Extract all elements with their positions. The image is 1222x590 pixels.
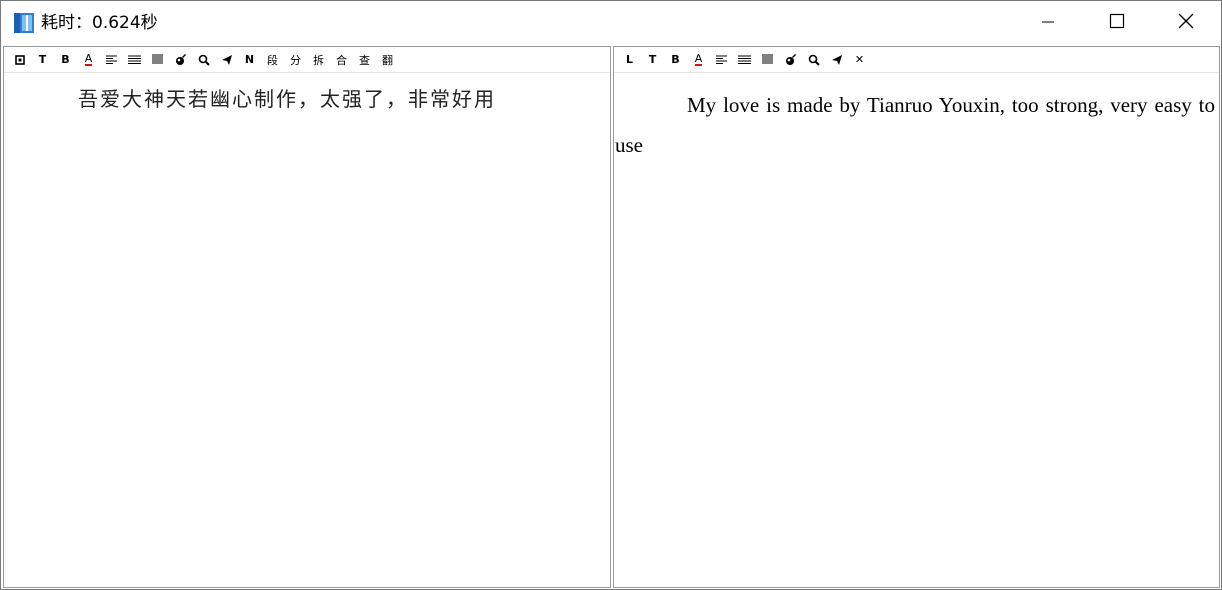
search-icon <box>808 54 820 66</box>
paragraph-button[interactable]: 段 <box>261 49 284 71</box>
text-mode-label: T <box>38 53 47 66</box>
align-left-icon <box>716 55 727 65</box>
align-justify-button[interactable] <box>123 49 146 71</box>
align-justify-button[interactable] <box>733 49 756 71</box>
text-mode-button[interactable]: T <box>31 49 54 71</box>
merge-button[interactable]: 合 <box>330 49 353 71</box>
close-pane-label: ✕ <box>854 53 865 66</box>
close-icon <box>1177 12 1195 34</box>
lookup-button[interactable]: 查 <box>353 49 376 71</box>
square-dot-icon <box>14 54 25 65</box>
close-button[interactable] <box>1163 1 1209 45</box>
align-full-icon <box>762 54 773 65</box>
layout-toggle-button[interactable] <box>8 49 31 71</box>
source-text: 吾爱大神天若幽心制作，太强了，非常好用 <box>78 87 496 111</box>
align-full-button[interactable] <box>756 49 779 71</box>
align-full-icon <box>152 54 163 65</box>
send-button[interactable] <box>215 49 238 71</box>
maximize-icon <box>1109 13 1125 33</box>
layout-l-label: L <box>625 53 633 66</box>
minimize-button[interactable] <box>1025 1 1071 45</box>
layout-l-button[interactable]: L <box>618 49 641 71</box>
title-bar[interactable]: 耗时：0.624秒 <box>1 1 1221 45</box>
app-window: 耗时：0.624秒 T B A N 段 分 拆 合 查 翻 吾爱大神天若幽心制作… <box>0 0 1222 590</box>
text-mode-button[interactable]: T <box>641 49 664 71</box>
align-full-button[interactable] <box>146 49 169 71</box>
align-left-button[interactable] <box>100 49 123 71</box>
split-button[interactable]: 分 <box>284 49 307 71</box>
align-justify-icon <box>128 55 141 65</box>
send-button[interactable] <box>825 49 848 71</box>
clear-button[interactable] <box>169 49 192 71</box>
clear-button[interactable] <box>779 49 802 71</box>
bold-label: B <box>61 53 70 66</box>
n-mode-label: N <box>244 53 255 66</box>
result-pane: L T B A ✕ My love is made by Tianruo You… <box>613 46 1220 588</box>
lookup-label: 查 <box>359 53 370 67</box>
split-label: 分 <box>290 53 301 67</box>
break-button[interactable]: 拆 <box>307 49 330 71</box>
paragraph-label: 段 <box>267 53 278 67</box>
merge-label: 合 <box>336 53 347 67</box>
result-text-area[interactable]: My love is made by Tianruo Youxin, too s… <box>614 73 1219 587</box>
font-color-button[interactable]: A <box>77 49 100 71</box>
font-color-button[interactable]: A <box>687 49 710 71</box>
eraser-icon <box>175 53 187 66</box>
align-justify-icon <box>738 55 751 65</box>
source-text-area[interactable]: 吾爱大神天若幽心制作，太强了，非常好用 <box>4 73 610 587</box>
source-toolbar: T B A N 段 分 拆 合 查 翻 <box>4 47 610 73</box>
align-left-button[interactable] <box>710 49 733 71</box>
result-toolbar: L T B A ✕ <box>614 47 1219 73</box>
translate-button[interactable]: 翻 <box>376 49 399 71</box>
bold-button[interactable]: B <box>54 49 77 71</box>
font-color-label: A <box>84 52 93 66</box>
translate-label: 翻 <box>382 53 393 67</box>
send-icon <box>221 54 233 66</box>
search-button[interactable] <box>192 49 215 71</box>
result-text: My love is made by Tianruo Youxin, too s… <box>615 93 1215 157</box>
maximize-button[interactable] <box>1094 1 1140 45</box>
bold-button[interactable]: B <box>664 49 687 71</box>
n-mode-button[interactable]: N <box>238 49 261 71</box>
send-icon <box>831 54 843 66</box>
bold-label: B <box>671 53 680 66</box>
search-button[interactable] <box>802 49 825 71</box>
search-icon <box>198 54 210 66</box>
eraser-icon <box>785 53 797 66</box>
minimize-icon <box>1041 14 1055 33</box>
align-left-icon <box>106 55 117 65</box>
text-mode-label: T <box>648 53 657 66</box>
close-pane-button[interactable]: ✕ <box>848 49 871 71</box>
source-pane: T B A N 段 分 拆 合 查 翻 吾爱大神天若幽心制作，太强了，非常好用 <box>3 46 611 588</box>
font-color-label: A <box>694 52 703 66</box>
window-title: 耗时：0.624秒 <box>41 13 158 33</box>
break-label: 拆 <box>313 53 324 67</box>
book-icon <box>13 12 35 34</box>
